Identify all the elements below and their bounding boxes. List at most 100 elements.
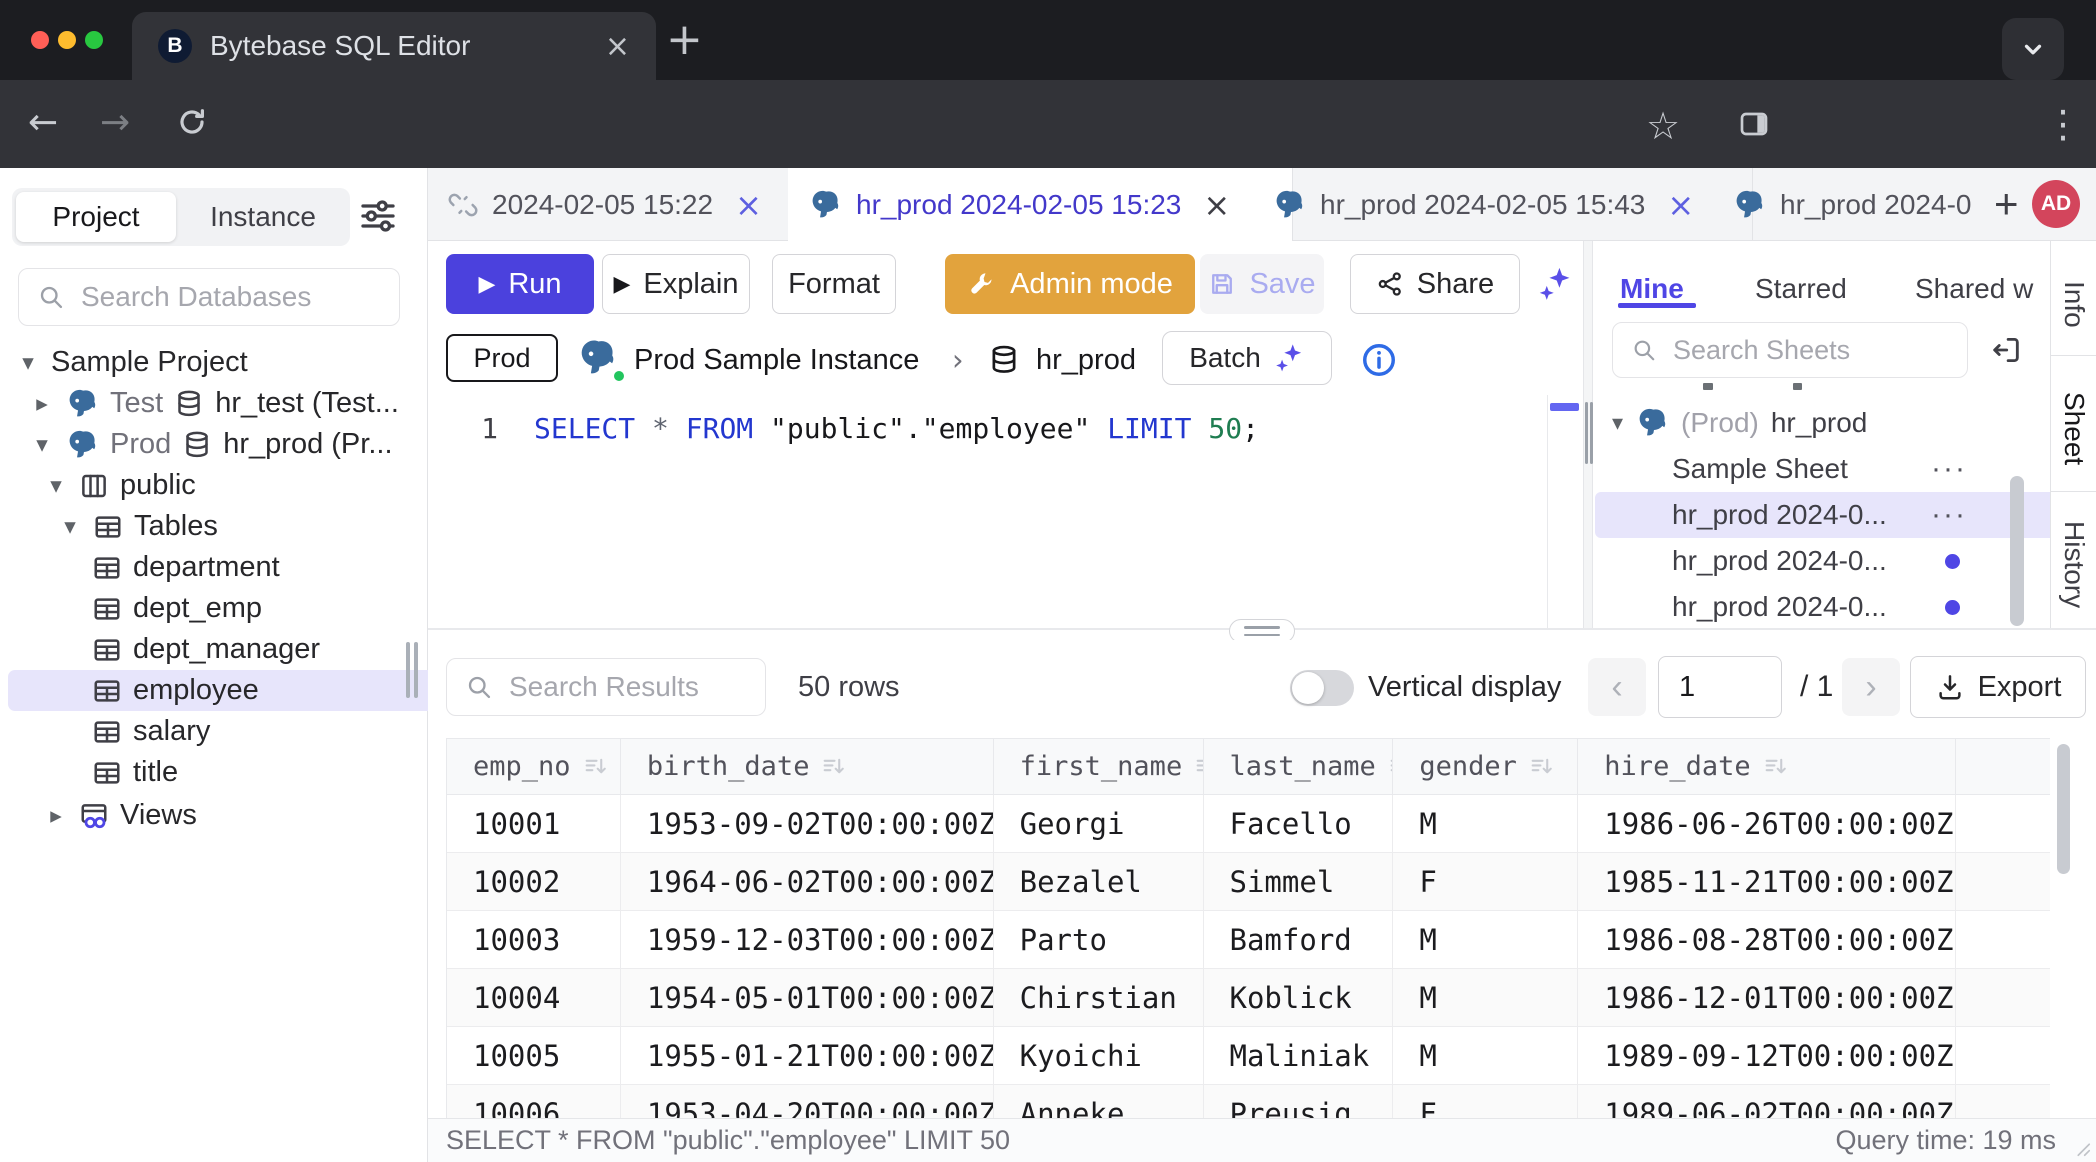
tree-item-project[interactable]: ▾ Sample Project [0,342,437,383]
cell[interactable]: 1953-09-02T00:00:00Z [621,795,994,852]
cell[interactable]: Bamford [1204,911,1394,968]
panel-resize-divider[interactable] [1583,241,1593,628]
run-button[interactable]: ▶ Run [446,254,594,314]
browser-tab[interactable]: B Bytebase SQL Editor × [132,12,656,80]
cell[interactable]: Chirstian [994,969,1204,1026]
sidebar-resize-handle[interactable] [414,642,418,698]
window-minimize-button[interactable] [58,31,76,49]
cell[interactable]: 1989-09-12T00:00:00Z [1578,1027,1956,1084]
side-panel-icon[interactable] [1738,108,1770,140]
cell[interactable]: 10001 [447,795,621,852]
column-header-gender[interactable]: gender [1393,739,1578,794]
close-tab-icon[interactable]: × [735,186,762,224]
cell[interactable]: Parto [994,911,1204,968]
sheet-tab-1[interactable]: 2024-02-05 15:22 × [428,168,829,241]
save-button-disabled[interactable]: Save [1200,254,1324,314]
cell[interactable]: 1955-01-21T00:00:00Z [621,1027,994,1084]
cell[interactable]: 10004 [447,969,621,1026]
column-header-last-name[interactable]: last_name [1204,739,1394,794]
close-tab-icon[interactable]: × [1667,186,1694,224]
tab-instance[interactable]: Instance [180,192,346,242]
cell[interactable]: Facello [1204,795,1394,852]
tab-starred[interactable]: Starred [1755,241,1847,305]
new-sheet-tab-button[interactable]: + [1994,180,2019,228]
ai-assistant-icon[interactable] [1536,265,1574,303]
sql-editor[interactable]: 1 SELECT * FROM "public"."employee" LIMI… [428,395,1583,628]
cell[interactable]: 1954-05-01T00:00:00Z [621,969,994,1026]
prev-page-button[interactable]: ‹ [1588,658,1646,716]
forward-icon[interactable]: → [100,102,130,143]
tree-item-prod-db[interactable]: ▾ Prod hr_prod (Pr... [0,424,451,465]
column-header-emp-no[interactable]: emp_no [447,739,621,794]
explain-button[interactable]: ▶ Explain [602,254,750,314]
reload-icon[interactable] [176,106,208,138]
back-icon[interactable]: ← [28,102,58,143]
close-tab-icon[interactable]: × [1203,186,1230,224]
cell[interactable]: F [1393,1085,1578,1118]
share-button[interactable]: Share [1350,254,1520,314]
cell[interactable]: M [1393,969,1578,1026]
admin-mode-button[interactable]: Admin mode [945,254,1195,314]
results-search-input[interactable] [507,670,747,704]
environment-chip[interactable]: Prod [446,334,558,382]
sheets-scrollbar[interactable] [2010,476,2024,626]
vertical-display-toggle[interactable] [1290,670,1354,706]
cell[interactable]: Simmel [1204,853,1394,910]
cell[interactable]: 1985-11-21T00:00:00Z [1578,853,1956,910]
bookmark-star-icon[interactable]: ☆ [1646,104,1680,148]
more-menu-icon[interactable]: ··· [1931,452,1967,486]
cell[interactable]: 1986-06-26T00:00:00Z [1578,795,1956,852]
cell[interactable]: Georgi [994,795,1204,852]
page-number-input[interactable] [1658,656,1782,718]
cell[interactable]: 1953-04-20T00:00:00Z [621,1085,994,1118]
tree-item-schema-public[interactable]: ▾ public [0,465,465,506]
batch-button[interactable]: Batch [1162,331,1332,385]
column-header-hire-date[interactable]: hire_date [1578,739,1956,794]
cell[interactable]: 1989-06-02T00:00:00Z [1578,1085,1956,1118]
cell[interactable]: Anneke [994,1085,1204,1118]
sheet-item-selected[interactable]: hr_prod 2024-0... ··· [1595,492,2050,538]
window-zoom-button[interactable] [85,31,103,49]
cell[interactable]: Maliniak [1204,1027,1394,1084]
sheet-item-unsaved[interactable]: hr_prod 2024-0... [1595,538,2050,584]
sql-code-line[interactable]: SELECT * FROM "public"."employee" LIMIT … [534,412,1259,445]
cell[interactable]: 1959-12-03T00:00:00Z [621,911,994,968]
results-scrollbar[interactable] [2057,744,2070,874]
sheet-item-sample-sheet[interactable]: Sample Sheet ··· [1595,446,2050,492]
side-tab-info[interactable]: Info [2051,241,2096,356]
cell[interactable]: 1986-12-01T00:00:00Z [1578,969,1956,1026]
cell[interactable]: Koblick [1204,969,1394,1026]
sheet-item-unsaved[interactable]: hr_prod 2024-0... [1595,584,2050,628]
resize-corner-icon[interactable] [2070,1136,2092,1158]
cell[interactable]: 10005 [447,1027,621,1084]
column-header-birth-date[interactable]: birth_date [621,739,994,794]
cell[interactable]: M [1393,1027,1578,1084]
cell[interactable]: 1986-08-28T00:00:00Z [1578,911,1956,968]
sheet-search-input[interactable] [1671,334,1949,367]
sheet-group-prod-hr-prod[interactable]: ▾ (Prod) hr_prod [1595,400,2024,446]
more-menu-icon[interactable]: ··· [1931,498,1967,532]
tab-search-button[interactable] [2002,18,2064,80]
cell[interactable]: M [1393,795,1578,852]
tab-close-icon[interactable]: × [605,29,630,64]
tree-group-views[interactable]: ▸ Views [0,795,465,836]
tab-shared-with-me[interactable]: Shared w [1915,241,2033,305]
database-search-input[interactable] [79,280,381,314]
format-button[interactable]: Format [772,254,896,314]
side-tab-sheet[interactable]: Sheet [2051,356,2096,492]
cell[interactable]: M [1393,911,1578,968]
side-tab-history[interactable]: History [2051,492,2096,628]
cell[interactable]: F [1393,853,1578,910]
database-name[interactable]: hr_prod [1036,325,1136,395]
info-icon[interactable] [1360,341,1398,379]
cell[interactable]: Kyoichi [994,1027,1204,1084]
browser-menu-icon[interactable]: ⋮ [2044,102,2082,146]
cell[interactable]: 10006 [447,1085,621,1118]
column-header-first-name[interactable]: first_name [994,739,1204,794]
cell[interactable]: 10003 [447,911,621,968]
cell[interactable]: 10002 [447,853,621,910]
sheet-tab-2-active[interactable]: hr_prod 2024-02-05 15:23 × [788,168,1293,241]
cell[interactable]: 1964-06-02T00:00:00Z [621,853,994,910]
window-close-button[interactable] [31,31,49,49]
tree-item-test-db[interactable]: ▸ Test hr_test (Test... [0,383,451,424]
